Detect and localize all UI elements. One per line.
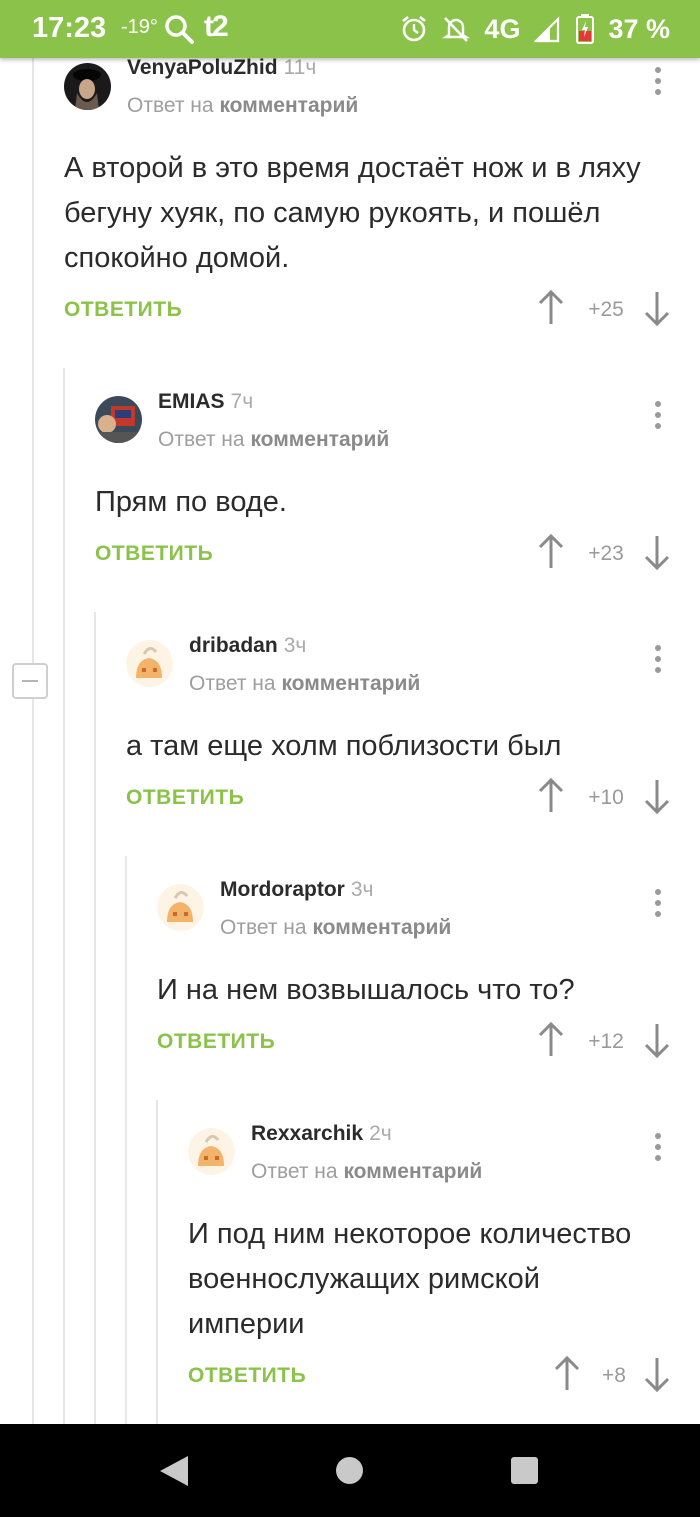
downvote-arrow-icon[interactable]	[644, 290, 670, 326]
comment-text: А второй в это время достаёт нож и в лях…	[64, 152, 641, 274]
thread-line	[125, 856, 127, 1424]
comment-time: 3ч	[350, 878, 374, 901]
thread-line	[94, 612, 96, 1424]
battery-icon	[576, 14, 595, 44]
reply-button[interactable]: ОТВЕТИТЬ	[188, 1364, 306, 1388]
reply-reference: Ответ на комментарий	[220, 916, 451, 940]
more-options-icon[interactable]	[646, 886, 670, 926]
more-options-icon[interactable]	[646, 642, 670, 682]
thread-line	[63, 368, 65, 1424]
status-temperature: -19°	[121, 16, 158, 38]
default-avatar-icon	[188, 1128, 235, 1175]
status-time: 17:23	[32, 12, 107, 44]
comment-author[interactable]: Rexxarchik 2ч	[251, 1122, 392, 1146]
comment-time: 7ч	[230, 390, 254, 413]
thread-line	[156, 1100, 158, 1424]
carrier-label: t2	[204, 10, 229, 43]
downvote-arrow-icon[interactable]	[644, 534, 670, 570]
comment-actions: ОТВЕТИТЬ +10	[126, 778, 670, 826]
comment-time: 2ч	[369, 1122, 392, 1145]
reply-prefix: Ответ на	[127, 94, 214, 117]
reply-prefix: Ответ на	[251, 1160, 338, 1183]
author-name[interactable]: Rexxarchik	[251, 1122, 363, 1145]
reply-reference: Ответ на комментарий	[158, 428, 389, 452]
reply-prefix: Ответ на	[158, 428, 245, 451]
alarm-icon	[402, 15, 427, 42]
back-icon[interactable]	[158, 1454, 190, 1488]
comment-text: И на нем возвышалось что то?	[157, 974, 575, 1006]
comment-score: +25	[588, 298, 624, 321]
reply-link[interactable]: комментарий	[281, 672, 420, 695]
comment-actions: ОТВЕТИТЬ +8	[188, 1356, 670, 1404]
comment-author[interactable]: VenyaPoluZhid 11ч	[127, 56, 316, 80]
comment-author[interactable]: EMIAS 7ч	[158, 390, 253, 414]
user-avatar-image	[95, 396, 142, 443]
upvote-arrow-icon[interactable]	[554, 1356, 580, 1392]
reply-button[interactable]: ОТВЕТИТЬ	[157, 1030, 275, 1054]
battery-percent: 37 %	[608, 13, 670, 44]
reply-link[interactable]: комментарий	[312, 916, 451, 939]
reply-reference: Ответ на комментарий	[189, 672, 420, 696]
reply-link[interactable]: комментарий	[250, 428, 389, 451]
upvote-arrow-icon[interactable]	[538, 778, 564, 814]
downvote-arrow-icon[interactable]	[644, 778, 670, 814]
avatar[interactable]	[188, 1128, 235, 1175]
comment-score: +10	[588, 786, 624, 809]
reply-button[interactable]: ОТВЕТИТЬ	[95, 542, 213, 566]
comment-score: +23	[588, 542, 624, 565]
reply-link[interactable]: комментарий	[343, 1160, 482, 1183]
thread-line	[32, 699, 34, 1424]
author-name[interactable]: EMIAS	[158, 390, 225, 413]
comment-score: +12	[588, 1030, 624, 1053]
reply-prefix: Ответ на	[189, 672, 276, 695]
more-options-icon[interactable]	[646, 1130, 670, 1170]
reply-button[interactable]: ОТВЕТИТЬ	[126, 786, 244, 810]
system-navigation-bar	[0, 1424, 700, 1517]
search-icon	[165, 15, 194, 44]
reply-reference: Ответ на комментарий	[251, 1160, 482, 1184]
avatar[interactable]	[126, 640, 173, 687]
home-icon[interactable]	[336, 1457, 363, 1484]
user-avatar-image	[64, 63, 111, 110]
default-avatar-icon	[126, 640, 173, 687]
comment-actions: ОТВЕТИТЬ +12	[157, 1022, 670, 1070]
reply-prefix: Ответ на	[220, 916, 307, 939]
comment-actions: ОТВЕТИТЬ +25	[64, 290, 670, 338]
author-name[interactable]: dribadan	[189, 634, 278, 657]
recent-apps-icon[interactable]	[511, 1457, 538, 1484]
comment-author[interactable]: Mordoraptor 3ч	[220, 878, 373, 902]
comment-score: +8	[602, 1364, 626, 1387]
default-avatar-icon	[157, 884, 204, 931]
comment-text: а там еще холм поблизости был	[126, 730, 562, 762]
muted-bell-icon	[442, 17, 471, 42]
upvote-arrow-icon[interactable]	[538, 534, 564, 570]
author-name[interactable]: VenyaPoluZhid	[127, 56, 278, 79]
more-options-icon[interactable]	[646, 64, 670, 104]
comment-actions: ОТВЕТИТЬ +23	[95, 534, 670, 582]
upvote-arrow-icon[interactable]	[538, 1022, 564, 1058]
upvote-arrow-icon[interactable]	[538, 290, 564, 326]
comment-time: 3ч	[283, 634, 307, 657]
network-type: 4G	[484, 13, 521, 44]
downvote-arrow-icon[interactable]	[644, 1356, 670, 1392]
avatar[interactable]	[95, 396, 142, 443]
status-bar: 17:23 -19° t2 4G 37 %	[0, 0, 700, 58]
collapse-thread-button[interactable]	[12, 663, 48, 699]
reply-reference: Ответ на комментарий	[127, 94, 358, 118]
signal-icon	[534, 16, 560, 43]
comment-author[interactable]: dribadan 3ч	[189, 634, 306, 658]
more-options-icon[interactable]	[646, 398, 670, 438]
reply-button[interactable]: ОТВЕТИТЬ	[64, 298, 182, 322]
downvote-arrow-icon[interactable]	[644, 1022, 670, 1058]
reply-link[interactable]: комментарий	[219, 94, 358, 117]
comment-text: И под ним некоторое количество военнослу…	[188, 1218, 632, 1340]
comment-time: 11ч	[283, 56, 317, 79]
avatar[interactable]	[157, 884, 204, 931]
author-name[interactable]: Mordoraptor	[220, 878, 345, 901]
avatar[interactable]	[64, 63, 111, 110]
comment-text: Прям по воде.	[95, 486, 287, 518]
thread-line	[32, 58, 34, 663]
